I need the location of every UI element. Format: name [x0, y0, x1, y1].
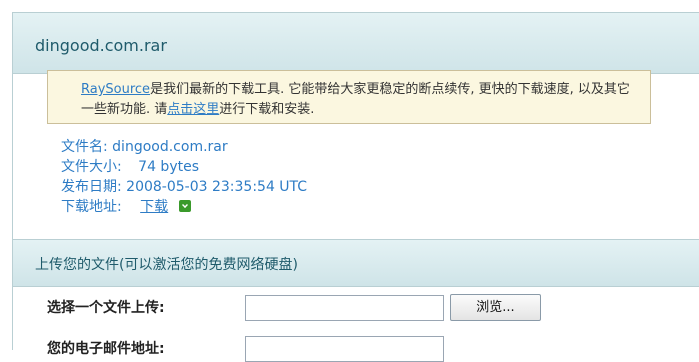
file-name-row: 文件名: dingood.com.rar: [61, 137, 307, 157]
notice-text-1: 是我们最新的下载工具. 它能带给大家更稳定的断点续传, 更快的下载速度, 以及其…: [81, 82, 630, 117]
file-size-row: 文件大小: 74 bytes: [61, 157, 307, 177]
notice-text-2: 进行下载和安装.: [219, 102, 315, 117]
raysource-notice: RaySource是我们最新的下载工具. 它能带给大家更稳定的断点续传, 更快的…: [47, 70, 651, 124]
raysource-link[interactable]: RaySource: [81, 82, 150, 97]
upload-section-title: 上传您的文件(可以激活您的免费网络硬盘): [35, 257, 298, 273]
file-size-value: 74 bytes: [138, 159, 200, 175]
file-name-label: 文件名:: [61, 139, 108, 155]
browse-button[interactable]: 浏览...: [450, 294, 541, 321]
email-input[interactable]: [245, 336, 444, 362]
download-arrow-icon[interactable]: [178, 200, 191, 212]
publish-date-label: 发布日期:: [61, 179, 122, 195]
page-title: dingood.com.rar: [35, 36, 167, 55]
file-path-input[interactable]: [245, 295, 444, 321]
publish-date-value: 2008-05-03 23:35:54 UTC: [126, 179, 308, 195]
email-label: 您的电子邮件地址:: [47, 341, 165, 357]
publish-date-row: 发布日期: 2008-05-03 23:35:54 UTC: [61, 177, 307, 197]
choose-file-label: 选择一个文件上传:: [47, 300, 165, 316]
download-link[interactable]: 下载: [140, 199, 168, 215]
download-row: 下载地址: 下载: [61, 197, 307, 217]
click-here-link[interactable]: 点击这里: [167, 102, 219, 117]
upload-section-header: 上传您的文件(可以激活您的免费网络硬盘): [13, 239, 699, 287]
file-name-value: dingood.com.rar: [112, 139, 228, 155]
file-info: 文件名: dingood.com.rar 文件大小: 74 bytes 发布日期…: [61, 137, 307, 217]
page-header: dingood.com.rar: [13, 13, 699, 74]
download-label: 下载地址:: [61, 199, 122, 215]
file-size-label: 文件大小:: [61, 159, 122, 175]
file-page-panel: dingood.com.rar RaySource是我们最新的下载工具. 它能带…: [12, 12, 699, 362]
